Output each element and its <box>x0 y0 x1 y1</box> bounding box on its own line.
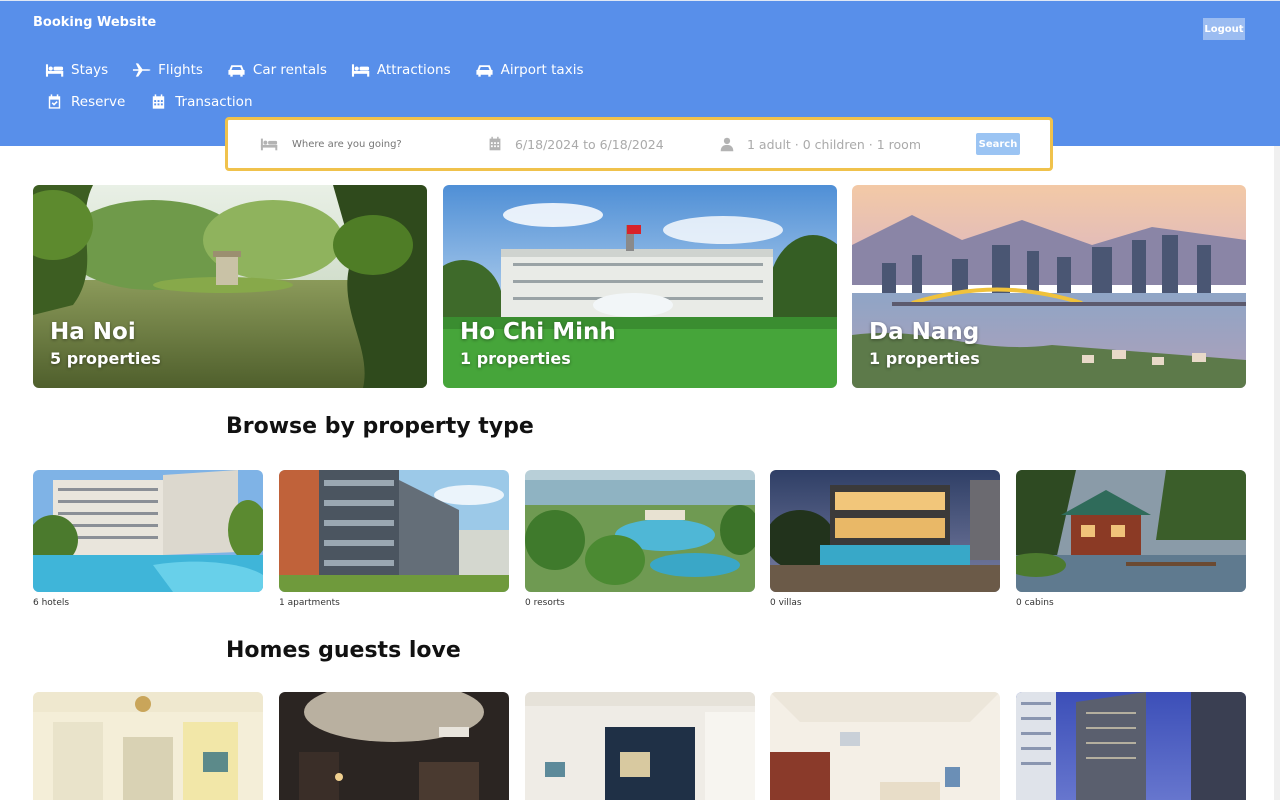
nav-row-secondary: Reserve Transaction <box>45 92 277 112</box>
nav-item-airport-taxis[interactable]: Airport taxis <box>475 60 584 80</box>
nav-item-label: Transaction <box>175 94 253 110</box>
home-photo <box>33 692 263 800</box>
property-type-count: 0 resorts <box>525 598 565 608</box>
bed-icon <box>45 62 64 78</box>
search-button[interactable]: Search <box>976 133 1020 155</box>
city-name: Da Nang <box>869 319 980 345</box>
person-icon <box>718 136 736 152</box>
calendar-check-icon <box>45 94 64 110</box>
guests-field[interactable]: 1 adult · 0 children · 1 room <box>747 137 921 152</box>
bed-icon <box>351 62 370 78</box>
city-properties-count: 1 properties <box>460 349 571 368</box>
nav-item-label: Car rentals <box>252 62 327 78</box>
property-type-villas[interactable]: 0 villas <box>770 470 1000 608</box>
property-type-apartments[interactable]: 1 apartments <box>279 470 509 608</box>
nav-item-car-rentals[interactable]: Car rentals <box>227 60 327 80</box>
home-photo <box>1016 692 1246 800</box>
nav-item-label: Reserve <box>71 94 126 110</box>
calendar-icon <box>149 94 168 110</box>
calendar-icon <box>486 136 504 152</box>
property-type-cabins[interactable]: 0 cabins <box>1016 470 1246 608</box>
nav-item-stays[interactable]: Stays <box>45 60 108 80</box>
search-bar: 6/18/2024 to 6/18/2024 1 adult · 0 child… <box>225 117 1053 171</box>
home-card[interactable] <box>1016 692 1246 800</box>
date-range-field[interactable]: 6/18/2024 to 6/18/2024 <box>515 137 664 152</box>
home-photo <box>770 692 1000 800</box>
city-name: Ho Chi Minh <box>460 319 616 345</box>
logout-button[interactable]: Logout <box>1203 18 1245 40</box>
property-type-photo <box>770 470 1000 592</box>
nav-item-label: Flights <box>158 62 203 78</box>
city-properties-count: 1 properties <box>869 349 980 368</box>
property-type-count: 0 villas <box>770 598 802 608</box>
property-type-photo <box>33 470 263 592</box>
home-photo <box>525 692 755 800</box>
bed-icon <box>260 136 278 152</box>
nav-item-attractions[interactable]: Attractions <box>351 60 451 80</box>
city-card-ho-chi-minh[interactable]: Ho Chi Minh 1 properties <box>443 185 837 388</box>
nav-item-reserve[interactable]: Reserve <box>45 92 125 112</box>
property-type-photo <box>1016 470 1246 592</box>
city-name: Ha Noi <box>50 319 136 345</box>
car-icon <box>227 62 246 78</box>
taxi-icon <box>475 62 494 78</box>
home-card[interactable] <box>525 692 755 800</box>
property-type-hotels[interactable]: 6 hotels <box>33 470 263 608</box>
city-properties-count: 5 properties <box>50 349 161 368</box>
plane-icon <box>132 62 151 78</box>
property-type-photo <box>279 470 509 592</box>
destination-input[interactable] <box>292 135 472 153</box>
nav-item-label: Stays <box>71 62 109 78</box>
brand-title: Booking Website <box>33 15 157 30</box>
city-card-ha-noi[interactable]: Ha Noi 5 properties <box>33 185 427 388</box>
home-photo <box>279 692 509 800</box>
homes-guests-love-heading: Homes guests love <box>226 638 461 663</box>
page-scrollbar[interactable] <box>1274 146 1280 800</box>
nav-row-primary: Stays Flights Car rentals Attractions Ai… <box>45 60 607 80</box>
home-card[interactable] <box>770 692 1000 800</box>
nav-item-flights[interactable]: Flights <box>132 60 203 80</box>
city-card-da-nang[interactable]: Da Nang 1 properties <box>852 185 1246 388</box>
nav-item-label: Airport taxis <box>500 62 584 78</box>
property-type-photo <box>525 470 755 592</box>
nav-item-transaction[interactable]: Transaction <box>149 92 253 112</box>
nav-item-label: Attractions <box>376 62 451 78</box>
property-type-count: 1 apartments <box>279 598 340 608</box>
property-type-count: 6 hotels <box>33 598 70 608</box>
property-type-heading: Browse by property type <box>226 414 534 439</box>
home-card[interactable] <box>33 692 263 800</box>
property-type-resorts[interactable]: 0 resorts <box>525 470 755 608</box>
home-card[interactable] <box>279 692 509 800</box>
property-type-count: 0 cabins <box>1016 598 1054 608</box>
